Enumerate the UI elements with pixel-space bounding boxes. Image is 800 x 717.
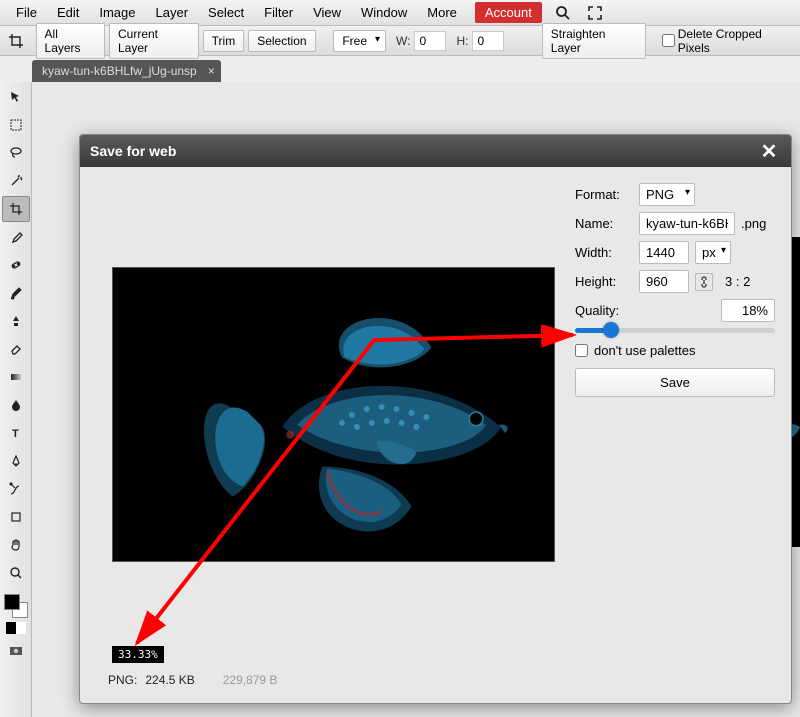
selection-button[interactable]: Selection: [248, 30, 315, 52]
search-icon[interactable]: [552, 2, 574, 24]
fullscreen-icon[interactable]: [584, 2, 606, 24]
eyedropper-tool[interactable]: [2, 224, 30, 250]
tab-label: kyaw-tun-k6BHLfw_jUg-unsp: [42, 64, 197, 78]
hand-tool[interactable]: [2, 532, 30, 558]
trim-button[interactable]: Trim: [203, 30, 245, 52]
quality-label: Quality:: [575, 303, 633, 318]
crop-icon: [6, 31, 26, 51]
document-tab[interactable]: kyaw-tun-k6BHLfw_jUg-unsp ×: [32, 60, 221, 82]
palette-checkbox[interactable]: [575, 344, 588, 357]
foreground-color[interactable]: [4, 594, 20, 610]
tab-bar: kyaw-tun-k6BHLfw_jUg-unsp ×: [0, 56, 800, 82]
menu-filter[interactable]: Filter: [254, 1, 303, 24]
dialog-title-text: Save for web: [90, 143, 176, 159]
palette-label: don't use palettes: [594, 343, 696, 358]
crop-width-input[interactable]: [414, 31, 446, 51]
shape-tool[interactable]: [2, 504, 30, 530]
width-input[interactable]: [639, 241, 689, 264]
width-label: Width:: [575, 245, 633, 260]
mini-swatch[interactable]: [6, 622, 26, 634]
name-extension: .png: [741, 216, 766, 231]
height-label: H:: [456, 34, 468, 48]
file-size: 224.5 KB: [145, 673, 194, 687]
file-format: PNG:: [108, 673, 137, 687]
export-panel: Format: PNG Name: .png Width: px Height:…: [575, 183, 775, 397]
width-unit-select[interactable]: px: [695, 241, 731, 264]
eraser-tool[interactable]: [2, 336, 30, 362]
delete-cropped-input[interactable]: [662, 34, 675, 47]
dialog-close-button[interactable]: ✕: [757, 139, 781, 163]
aspect-ratio: 3 : 2: [725, 274, 750, 289]
pen-tool[interactable]: [2, 448, 30, 474]
account-button[interactable]: Account: [475, 2, 542, 23]
dialog-titlebar[interactable]: Save for web ✕: [80, 135, 791, 167]
wand-tool[interactable]: [2, 168, 30, 194]
menu-file[interactable]: File: [6, 1, 47, 24]
left-toolbar: T: [0, 82, 32, 717]
lasso-tool[interactable]: [2, 140, 30, 166]
heal-tool[interactable]: [2, 252, 30, 278]
menu-window[interactable]: Window: [351, 1, 417, 24]
menu-edit[interactable]: Edit: [47, 1, 89, 24]
save-button[interactable]: Save: [575, 368, 775, 397]
file-info: PNG: 224.5 KB 229,879 B: [108, 673, 277, 687]
brush-tool[interactable]: [2, 280, 30, 306]
menu-view[interactable]: View: [303, 1, 351, 24]
format-label: Format:: [575, 187, 633, 202]
quality-slider[interactable]: [575, 328, 775, 333]
zoom-level[interactable]: 33.33%: [112, 646, 164, 663]
menu-image[interactable]: Image: [89, 1, 145, 24]
image-preview[interactable]: [112, 267, 555, 562]
quickmask-tool[interactable]: [2, 638, 30, 664]
height-input[interactable]: [639, 270, 689, 293]
link-aspect-icon[interactable]: [695, 273, 713, 291]
height-label: Height:: [575, 274, 633, 289]
type-tool[interactable]: T: [2, 420, 30, 446]
width-label: W:: [396, 34, 410, 48]
name-label: Name:: [575, 216, 633, 231]
crop-height-input[interactable]: [472, 31, 504, 51]
marquee-tool[interactable]: [2, 112, 30, 138]
menu-more[interactable]: More: [417, 1, 467, 24]
tab-close-icon[interactable]: ×: [208, 64, 215, 78]
save-for-web-dialog: Save for web ✕: [79, 134, 792, 704]
gradient-tool[interactable]: [2, 364, 30, 390]
ratio-select[interactable]: Free: [333, 30, 386, 52]
menu-layer[interactable]: Layer: [146, 1, 199, 24]
quality-slider-thumb[interactable]: [603, 322, 619, 338]
zoom-tool[interactable]: [2, 560, 30, 586]
options-bar: All Layers Current Layer Trim Selection …: [0, 26, 800, 56]
name-input[interactable]: [639, 212, 735, 235]
straighten-button[interactable]: Straighten Layer: [542, 23, 646, 59]
delete-cropped-checkbox[interactable]: Delete Cropped Pixels: [662, 27, 794, 55]
move-tool[interactable]: [2, 84, 30, 110]
path-tool[interactable]: [2, 476, 30, 502]
all-layers-button[interactable]: All Layers: [36, 23, 105, 59]
quality-input[interactable]: [721, 299, 775, 322]
format-select[interactable]: PNG: [639, 183, 695, 206]
current-layer-button[interactable]: Current Layer: [109, 23, 199, 59]
svg-text:T: T: [12, 428, 19, 440]
blur-tool[interactable]: [2, 392, 30, 418]
file-bytes: 229,879 B: [223, 673, 278, 687]
menu-select[interactable]: Select: [198, 1, 254, 24]
clone-tool[interactable]: [2, 308, 30, 334]
color-swatches[interactable]: [4, 594, 28, 618]
crop-tool[interactable]: [2, 196, 30, 222]
